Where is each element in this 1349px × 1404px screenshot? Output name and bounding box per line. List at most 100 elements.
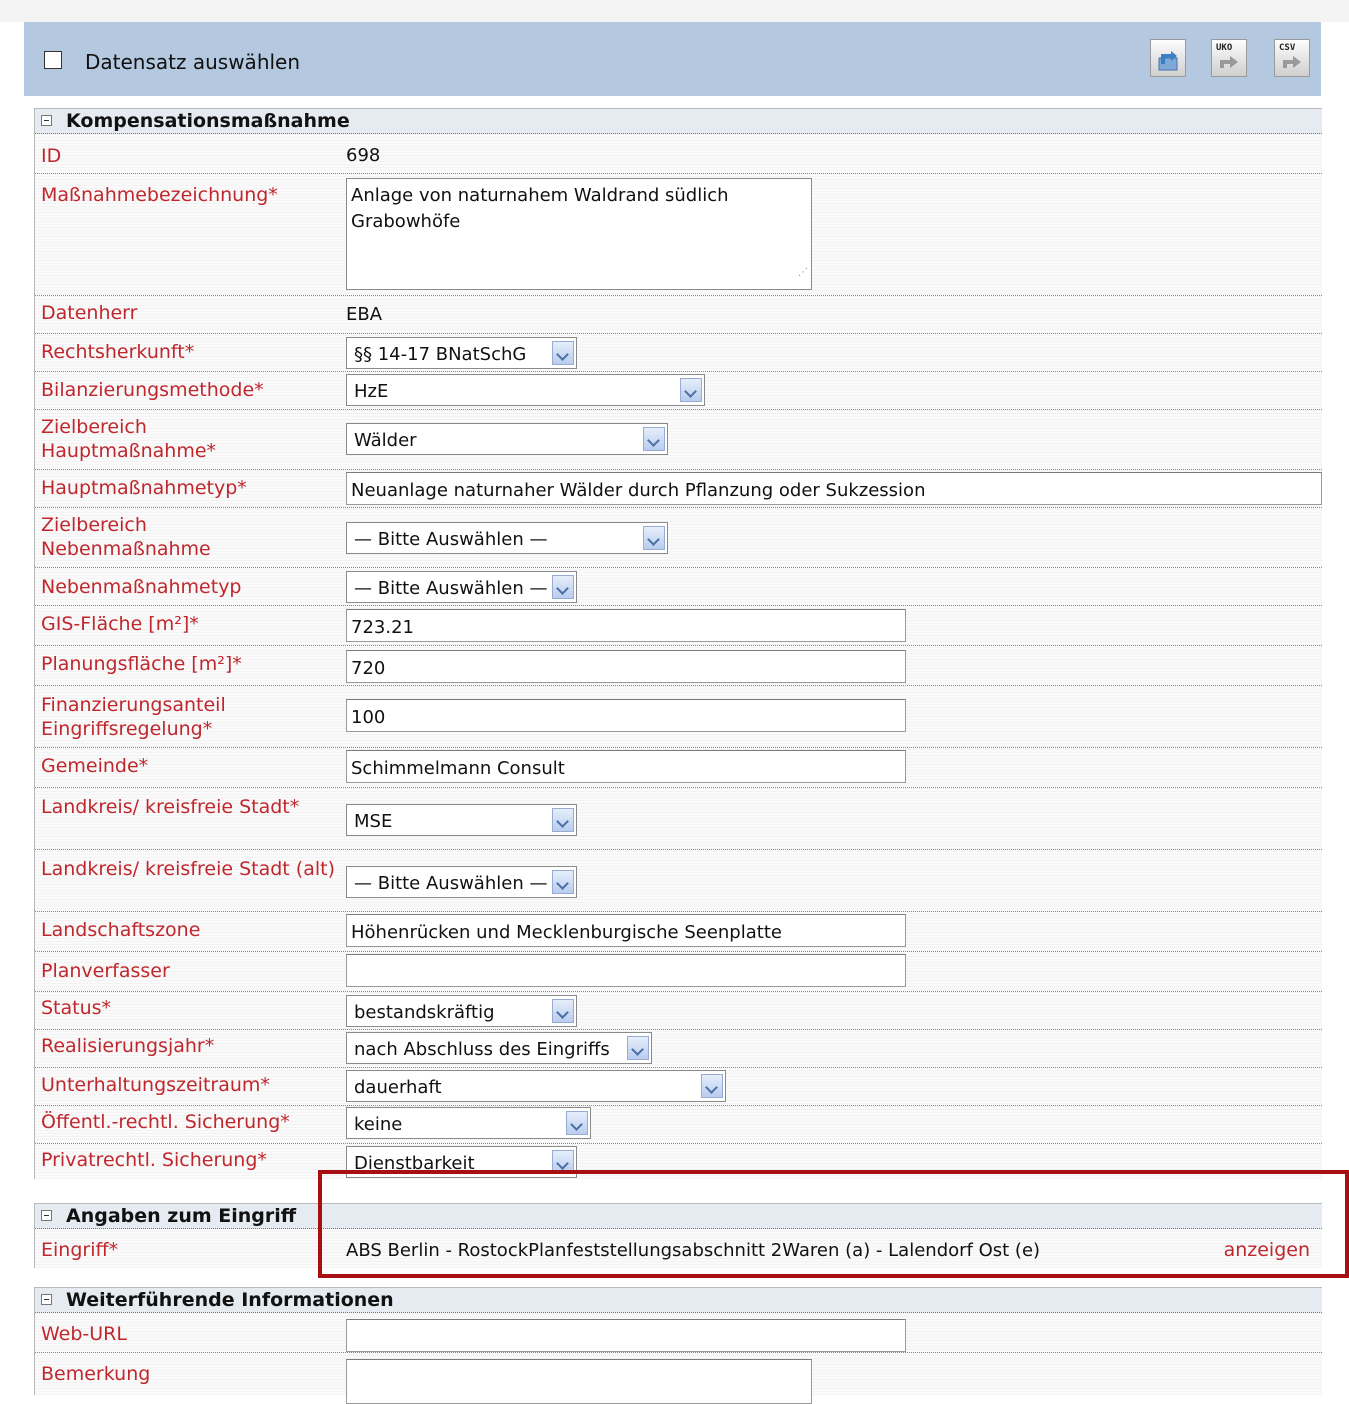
dropdown-arrow-icon[interactable] <box>552 999 574 1023</box>
import-button[interactable] <box>1150 39 1186 77</box>
record-toolbar: Datensatz auswählen UKO CSV <box>24 22 1321 96</box>
row-district-old: Landkreis/ kreisfreie Stadt (alt) — Bitt… <box>35 849 1322 912</box>
district-select-value: MSE <box>354 811 393 832</box>
dropdown-arrow-icon[interactable] <box>566 1111 588 1135</box>
section-compensation: Kompensationsmaßnahme ID 698 Maßnahmebez… <box>34 108 1322 1179</box>
maintenance-select[interactable]: dauerhaft <box>346 1070 726 1102</box>
remark-textarea[interactable] <box>346 1359 812 1404</box>
row-public-security: Öffentl.-rechtl. Sicherung* keine <box>35 1105 1322 1144</box>
row-zone-main: Zielbereich Hauptmaßnahme* Wälder <box>35 409 1322 470</box>
type-side-select-value: — Bitte Auswählen — <box>354 578 548 599</box>
maintenance-select-value: dauerhaft <box>354 1077 442 1098</box>
row-gis: GIS-Fläche [m²]* 723.21 <box>35 605 1322 646</box>
plan-area-field[interactable]: 720 <box>346 650 906 683</box>
type-side-select[interactable]: — Bitte Auswählen — <box>346 571 577 603</box>
district-select[interactable]: MSE <box>346 804 577 836</box>
label-type-side: Nebenmaßnahmetyp <box>41 576 242 598</box>
dropdown-arrow-icon[interactable] <box>643 526 665 550</box>
label-name: Maßnahmebezeichnung* <box>41 184 278 206</box>
name-text: Anlage von naturnahem Waldrand südlich G… <box>351 185 729 232</box>
export-uko-button[interactable]: UKO <box>1211 39 1247 77</box>
label-remark: Bemerkung <box>41 1363 151 1385</box>
dropdown-arrow-icon[interactable] <box>552 808 574 832</box>
municipality-value: Schimmelmann Consult <box>351 758 565 779</box>
plan-area-value: 720 <box>351 658 386 679</box>
dropdown-arrow-icon[interactable] <box>701 1074 723 1098</box>
public-security-select[interactable]: keine <box>346 1107 591 1139</box>
public-security-select-value: keine <box>354 1114 403 1135</box>
row-maintenance: Unterhaltungszeitraum* dauerhaft <box>35 1067 1322 1106</box>
zone-side-select-value: — Bitte Auswählen — <box>354 529 548 550</box>
row-year: Realisierungsjahr* nach Abschluss des Ei… <box>35 1029 1322 1068</box>
row-remark: Bemerkung <box>35 1352 1322 1404</box>
label-plan-area: Planungsfläche [m²]* <box>41 653 242 675</box>
dropdown-arrow-icon[interactable] <box>643 427 665 451</box>
row-method: Bilanzierungsmethode* HzE <box>35 371 1322 410</box>
row-name: Maßnahmebezeichnung* Anlage von naturnah… <box>35 173 1322 296</box>
status-select[interactable]: bestandskräftig <box>346 995 577 1027</box>
collapse-icon[interactable] <box>41 1210 52 1221</box>
label-funding: Finanzierungsanteil Eingriffsregelung* <box>41 694 226 740</box>
collapse-icon[interactable] <box>41 1294 52 1305</box>
row-municipality: Gemeinde* Schimmelmann Consult <box>35 747 1322 788</box>
row-district: Landkreis/ kreisfreie Stadt* MSE <box>35 787 1322 850</box>
gis-field[interactable]: 723.21 <box>346 609 906 642</box>
year-select-value: nach Abschluss des Eingriffs <box>354 1039 610 1060</box>
legal-select-value: §§ 14-17 BNatSchG <box>354 344 527 365</box>
label-web-url: Web-URL <box>41 1323 127 1345</box>
row-funding: Finanzierungsanteil Eingriffsregelung* 1… <box>35 685 1322 748</box>
section-title: Kompensationsmaßnahme <box>66 110 350 132</box>
status-select-value: bestandskräftig <box>354 1002 495 1023</box>
district-old-select[interactable]: — Bitte Auswählen — <box>346 866 577 898</box>
highlight-box <box>318 1170 1349 1278</box>
select-record-checkbox[interactable] <box>44 51 62 69</box>
gis-value: 723.21 <box>351 617 414 638</box>
label-district-old: Landkreis/ kreisfreie Stadt (alt) <box>41 858 335 880</box>
label-zone-side: Zielbereich Nebenmaßnahme <box>41 514 211 560</box>
section-title: Weiterführende Informationen <box>66 1289 394 1311</box>
export-csv-button[interactable]: CSV <box>1274 39 1310 77</box>
label-id: ID <box>41 145 62 167</box>
section-further-info: Weiterführende Informationen Web-URL Bem… <box>34 1287 1322 1404</box>
row-type-main: Hauptmaßnahmetyp* Neuanlage naturnaher W… <box>35 469 1322 508</box>
import-icon <box>1158 51 1178 71</box>
label-gis: GIS-Fläche [m²]* <box>41 613 199 635</box>
zone-main-select-value: Wälder <box>354 430 417 451</box>
dropdown-arrow-icon[interactable] <box>552 575 574 599</box>
row-status: Status* bestandskräftig <box>35 991 1322 1030</box>
resize-grip-icon[interactable]: ⋰ <box>798 260 808 286</box>
select-record-label: Datensatz auswählen <box>85 50 301 74</box>
web-url-field[interactable] <box>346 1319 906 1352</box>
municipality-field[interactable]: Schimmelmann Consult <box>346 750 906 783</box>
label-zone-main: Zielbereich Hauptmaßnahme* <box>41 416 217 462</box>
district-old-select-value: — Bitte Auswählen — <box>354 873 548 894</box>
collapse-icon[interactable] <box>41 115 52 126</box>
top-strip <box>0 0 1349 22</box>
name-textarea[interactable]: Anlage von naturnahem Waldrand südlich G… <box>346 178 812 290</box>
row-legal: Rechtsherkunft* §§ 14-17 BNatSchG <box>35 333 1322 372</box>
label-legal: Rechtsherkunft* <box>41 341 195 363</box>
dropdown-arrow-icon[interactable] <box>627 1036 649 1060</box>
landscape-field[interactable]: Höhenrücken und Mecklenburgische Seenpla… <box>346 914 906 947</box>
year-select[interactable]: nach Abschluss des Eingriffs <box>346 1032 652 1064</box>
row-planner: Planverfasser <box>35 951 1322 992</box>
zone-side-select[interactable]: — Bitte Auswählen — <box>346 522 668 554</box>
value-owner: EBA <box>346 304 383 325</box>
dropdown-arrow-icon[interactable] <box>680 378 702 402</box>
dropdown-arrow-icon[interactable] <box>552 870 574 894</box>
dropdown-arrow-icon[interactable] <box>552 341 574 365</box>
label-maintenance: Unterhaltungszeitraum* <box>41 1074 270 1096</box>
export-csv-icon <box>1283 56 1301 68</box>
landscape-value: Höhenrücken und Mecklenburgische Seenpla… <box>351 922 782 943</box>
method-select[interactable]: HzE <box>346 374 705 406</box>
export-uko-icon <box>1220 56 1238 68</box>
row-id: ID 698 <box>35 133 1322 174</box>
type-main-field[interactable]: Neuanlage naturnaher Wälder durch Pflanz… <box>346 472 1322 505</box>
label-landscape: Landschaftszone <box>41 919 201 941</box>
zone-main-select[interactable]: Wälder <box>346 423 668 455</box>
planner-field[interactable] <box>346 954 906 987</box>
method-select-value: HzE <box>354 381 389 402</box>
row-landscape: Landschaftszone Höhenrücken und Mecklenb… <box>35 911 1322 952</box>
funding-field[interactable]: 100 <box>346 699 906 732</box>
legal-select[interactable]: §§ 14-17 BNatSchG <box>346 337 577 369</box>
